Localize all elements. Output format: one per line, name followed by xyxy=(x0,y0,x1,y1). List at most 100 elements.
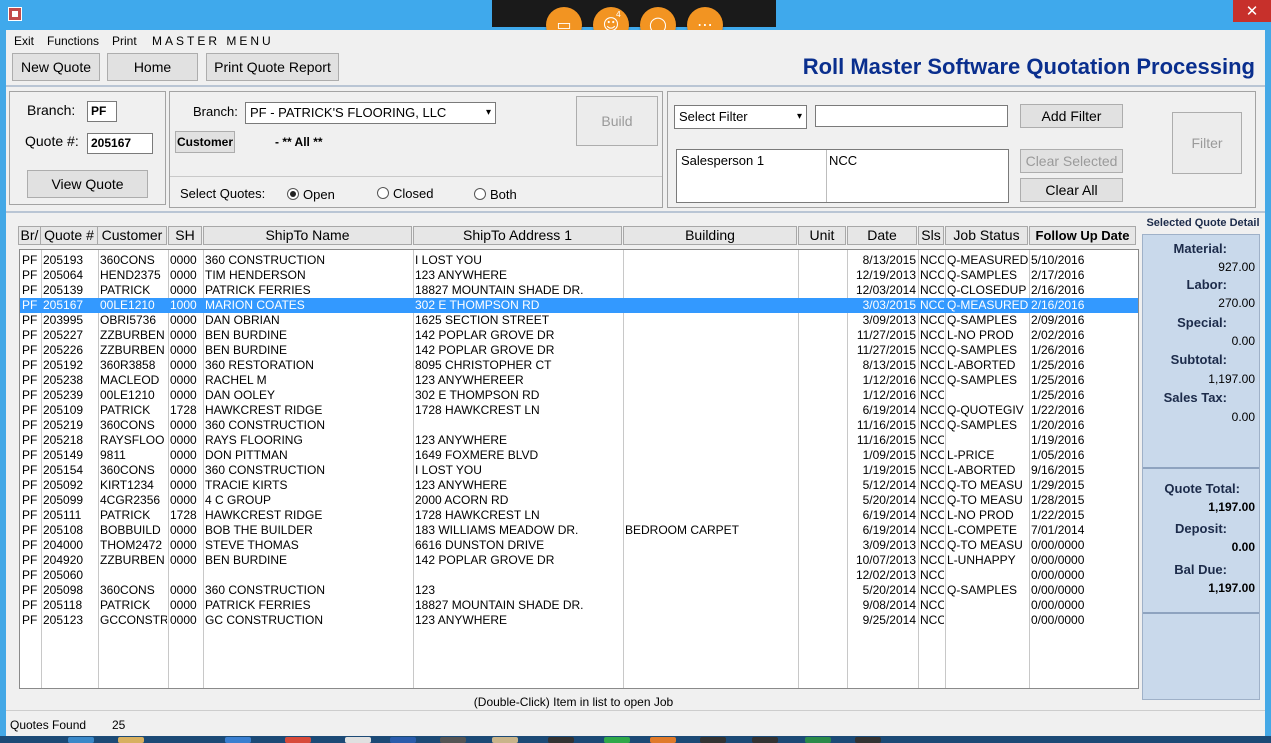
cell-follow-up: 2/02/2016 xyxy=(1031,328,1085,342)
cell-customer: PATRICK xyxy=(100,283,151,297)
taskbar-app-icon[interactable] xyxy=(225,737,251,743)
col-header-date[interactable]: Date xyxy=(847,226,917,245)
col-header-quote[interactable]: Quote # xyxy=(40,226,98,245)
taskbar-app-icon[interactable] xyxy=(390,737,416,743)
build-button[interactable]: Build xyxy=(576,96,658,146)
table-row[interactable]: PF 205227 ZZBURBEN 0000 BEN BURDINE 142 POPLA… xyxy=(20,328,1138,343)
cell-shipto-address: 302 E THOMPSON RD xyxy=(415,388,540,402)
taskbar-app-icon[interactable] xyxy=(752,737,778,743)
col-header-sh[interactable]: SH xyxy=(168,226,202,245)
branch-select[interactable]: PF - PATRICK'S FLOORING, LLC ▾ xyxy=(245,102,496,124)
col-header-customer[interactable]: Customer xyxy=(97,226,167,245)
radio-open[interactable] xyxy=(287,188,299,200)
new-quote-button[interactable]: New Quote xyxy=(12,53,100,81)
cell-job-status: Q-SAMPLES xyxy=(947,373,1018,387)
table-row[interactable]: PF 204000 THOM2472 0000 STEVE THOMAS 6616 DUN… xyxy=(20,538,1138,553)
quote-number-input[interactable]: 205167 xyxy=(87,133,153,154)
cell-date: 1/19/2015 xyxy=(862,463,916,477)
table-row[interactable]: PF 205218 RAYSFLOO 0000 RAYS FLOORING 123 ANY… xyxy=(20,433,1138,448)
table-row[interactable]: PF 205092 KIRT1234 0000 TRACIE KIRTS 123 ANYW… xyxy=(20,478,1138,493)
radio-both-label: Both xyxy=(490,187,517,202)
radio-both[interactable] xyxy=(474,188,486,200)
cell-building xyxy=(625,598,797,613)
cell-branch: PF xyxy=(22,343,38,357)
taskbar-app-icon[interactable] xyxy=(285,737,311,743)
table-row[interactable]: PF 205064 HEND2375 0000 TIM HENDERSON 123 ANY… xyxy=(20,268,1138,283)
table-row[interactable]: PF 203995 OBRI5736 0000 DAN OBRIAN 1625 SECTI… xyxy=(20,313,1138,328)
table-row[interactable]: PF 204920 ZZBURBEN 0000 BEN BURDINE 142 POPLA… xyxy=(20,553,1138,568)
taskbar-app-icon[interactable] xyxy=(548,737,574,743)
radio-closed[interactable] xyxy=(377,187,389,199)
table-row[interactable]: PF 205098 360CONS 0000 360 CONSTRUCTION 123 5/… xyxy=(20,583,1138,598)
bal-due-value: 1,197.00 xyxy=(1208,581,1255,595)
quotes-table[interactable]: PF 205193 360CONS 0000 360 CONSTRUCTION I LOS… xyxy=(19,249,1139,689)
taskbar-app-icon[interactable] xyxy=(805,737,831,743)
table-row[interactable]: PF 205226 ZZBURBEN 0000 BEN BURDINE 142 POPLA… xyxy=(20,343,1138,358)
col-header-branch[interactable]: Br/ xyxy=(18,226,41,245)
table-row[interactable]: PF 205192 360R3858 0000 360 RESTORATION 8095 … xyxy=(20,358,1138,373)
table-row[interactable]: PF 205099 4CGR2356 0000 4 C GROUP 2000 ACORN … xyxy=(20,493,1138,508)
close-window-button[interactable]: ✕ xyxy=(1233,0,1271,22)
cell-branch: PF xyxy=(22,388,38,402)
taskbar-app-icon[interactable] xyxy=(345,737,371,743)
filter-text-input[interactable] xyxy=(815,105,1008,127)
cell-date: 12/03/2014 xyxy=(855,283,916,297)
table-row[interactable]: PF 205167 00LE1210 1000 MARION COATES 302 E T… xyxy=(20,298,1138,313)
table-header: Br/ Quote # Customer SH ShipTo Name Ship… xyxy=(18,226,1138,246)
table-row[interactable]: PF 205123 GCCONSTR 0000 GC CONSTRUCTION 123 A… xyxy=(20,613,1138,628)
col-header-shipto-address[interactable]: ShipTo Address 1 xyxy=(413,226,622,245)
taskbar-app-icon[interactable] xyxy=(604,737,630,743)
table-row[interactable]: PF 205109 PATRICK 1728 HAWKCREST RIDGE 1728 H… xyxy=(20,403,1138,418)
filter-field[interactable]: Salesperson 1 xyxy=(681,153,764,168)
table-row[interactable]: PF 205239 00LE1210 0000 DAN OOLEY 302 E THOMP… xyxy=(20,388,1138,403)
table-row[interactable]: PF 205149 9811 0000 DON PITTMAN 1649 FOXMERE … xyxy=(20,448,1138,463)
taskbar-app-icon[interactable] xyxy=(118,737,144,743)
col-header-sls[interactable]: Sls xyxy=(918,226,944,245)
clear-selected-button[interactable]: Clear Selected xyxy=(1020,149,1123,173)
taskbar-app-icon[interactable] xyxy=(440,737,466,743)
cell-sls: NCC xyxy=(920,538,944,552)
col-header-follow-up[interactable]: Follow Up Date xyxy=(1029,226,1136,245)
add-filter-button[interactable]: Add Filter xyxy=(1020,104,1123,128)
taskbar-app-icon[interactable] xyxy=(650,737,676,743)
taskbar-app-icon[interactable] xyxy=(700,737,726,743)
table-row[interactable]: PF 205193 360CONS 0000 360 CONSTRUCTION I LOS… xyxy=(20,253,1138,268)
home-button[interactable]: Home xyxy=(107,53,198,81)
cell-job-status xyxy=(947,613,1028,628)
table-row[interactable]: PF 205154 360CONS 0000 360 CONSTRUCTION I LOS… xyxy=(20,463,1138,478)
menu-functions[interactable]: Functions xyxy=(47,34,99,48)
filter-button[interactable]: Filter xyxy=(1172,112,1242,174)
cell-quote: 205123 xyxy=(43,613,84,627)
taskbar-app-icon[interactable] xyxy=(855,737,881,743)
menu-print[interactable]: Print xyxy=(112,34,137,48)
col-header-shipto-name[interactable]: ShipTo Name xyxy=(203,226,412,245)
menu-exit[interactable]: Exit xyxy=(14,34,34,48)
customer-button[interactable]: Customer xyxy=(175,131,235,153)
cell-unit xyxy=(800,373,846,388)
menu-master[interactable]: MASTER MENU xyxy=(152,34,274,48)
cell-follow-up: 1/19/2016 xyxy=(1031,433,1085,447)
table-row[interactable]: PF 205111 PATRICK 1728 HAWKCREST RIDGE 1728 H… xyxy=(20,508,1138,523)
cell-sls: NCC xyxy=(920,358,944,372)
table-row[interactable]: PF 205238 MACLEOD 0000 RACHEL M 123 ANYWHEREE… xyxy=(20,373,1138,388)
taskbar-app-icon[interactable] xyxy=(492,737,518,743)
table-row[interactable]: PF 205060 12/02/2013 NCC 0/00/0000 xyxy=(20,568,1138,583)
col-header-job-status[interactable]: Job Status xyxy=(945,226,1028,245)
select-filter-dropdown[interactable]: Select Filter ▾ xyxy=(674,105,807,129)
app-title: Roll Master Software Quotation Processin… xyxy=(802,54,1255,79)
selected-quote-detail-title: Selected Quote Detail xyxy=(1146,217,1260,229)
print-quote-report-button[interactable]: Print Quote Report xyxy=(206,53,339,81)
filter-value[interactable]: NCC xyxy=(829,153,857,168)
col-header-unit[interactable]: Unit xyxy=(798,226,846,245)
view-quote-button[interactable]: View Quote xyxy=(27,170,148,198)
filter-list[interactable]: Salesperson 1 NCC xyxy=(676,149,1009,203)
table-row[interactable]: PF 205108 BOBBUILD 0000 BOB THE BUILDER 183 W… xyxy=(20,523,1138,538)
cell-branch: PF xyxy=(22,328,38,342)
col-header-building[interactable]: Building xyxy=(623,226,797,245)
branch-input[interactable]: PF xyxy=(87,101,117,122)
table-row[interactable]: PF 205219 360CONS 0000 360 CONSTRUCTION 11/16… xyxy=(20,418,1138,433)
table-row[interactable]: PF 205118 PATRICK 0000 PATRICK FERRIES 18827 … xyxy=(20,598,1138,613)
clear-all-button[interactable]: Clear All xyxy=(1020,178,1123,202)
table-row[interactable]: PF 205139 PATRICK 0000 PATRICK FERRIES 18827 … xyxy=(20,283,1138,298)
taskbar-app-icon[interactable] xyxy=(68,737,94,743)
